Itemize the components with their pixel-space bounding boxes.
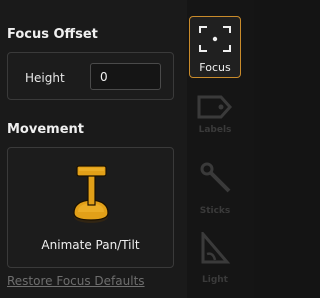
tab-labels[interactable]: Labels <box>189 88 241 150</box>
movement-title: Movement <box>7 122 84 137</box>
tab-labels-label: Labels <box>198 125 232 135</box>
tab-focus-label: Focus <box>199 61 231 74</box>
height-input[interactable]: 0 <box>90 63 161 90</box>
toolbar: Focus Labels Sticks Light <box>187 0 254 298</box>
height-label: Height <box>25 71 65 85</box>
stick-icon <box>200 162 231 193</box>
light-icon <box>201 232 231 264</box>
tab-sticks-label: Sticks <box>199 206 231 216</box>
tab-sticks[interactable]: Sticks <box>189 160 241 222</box>
animate-pan-tilt-label: Animate Pan/Tilt <box>41 238 140 252</box>
focus-offset-title: Focus Offset <box>7 27 98 42</box>
settings-column: Focus Offset Height 0 Movement Animate P… <box>0 0 187 298</box>
tab-light[interactable]: Light <box>189 228 241 290</box>
label-tag-icon <box>197 95 233 119</box>
tab-light-label: Light <box>202 275 228 285</box>
animate-pan-tilt-button[interactable]: Animate Pan/Tilt <box>7 147 174 268</box>
joystick-icon <box>73 165 109 223</box>
restore-focus-defaults-link[interactable]: Restore Focus Defaults <box>7 274 145 288</box>
focus-settings-panel: Focus Offset Height 0 Movement Animate P… <box>0 0 254 298</box>
tab-focus[interactable]: Focus <box>189 16 241 78</box>
focus-offset-box: Height 0 <box>7 52 174 100</box>
focus-icon <box>199 26 231 52</box>
